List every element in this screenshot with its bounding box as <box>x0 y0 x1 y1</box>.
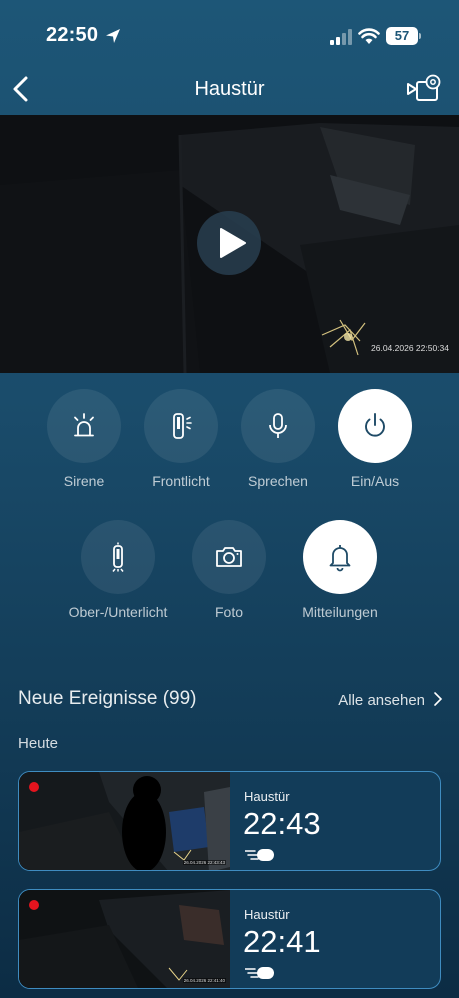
event-camera-name: Haustür <box>244 907 290 922</box>
speak-control[interactable]: Sprechen <box>223 389 333 489</box>
event-time: 22:41 <box>243 924 321 959</box>
chevron-right-icon <box>434 692 443 706</box>
wifi-icon <box>358 28 380 44</box>
photo-label: Foto <box>214 604 243 620</box>
thumbnail-image <box>19 772 230 870</box>
up-down-light-label: Ober-/Unterlicht <box>68 604 168 620</box>
motion-icon <box>245 967 274 979</box>
siren-icon <box>74 413 94 437</box>
front-light-control[interactable]: Frontlicht <box>126 389 236 489</box>
page-title: Haustür <box>194 78 265 100</box>
notifications-button[interactable] <box>303 520 377 594</box>
thumbnail-timestamp: 26.04.2026 22:41:40 <box>182 978 226 983</box>
power-control[interactable]: Ein/Aus <box>320 389 430 489</box>
status-bar: 22:50 57 <box>0 0 459 64</box>
siren-button[interactable] <box>47 389 121 463</box>
power-icon <box>365 413 385 437</box>
siren-control[interactable]: Sirene <box>29 389 139 489</box>
group-label-today: Heute <box>18 735 59 752</box>
event-time: 22:43 <box>243 806 321 841</box>
notifications-control[interactable]: Mitteilungen <box>285 520 395 620</box>
recording-dot <box>29 900 39 910</box>
thumbnail-image <box>19 890 230 988</box>
photo-button[interactable] <box>192 520 266 594</box>
siren-label: Sirene <box>63 473 105 489</box>
event-thumbnail[interactable]: 26.04.2026 22:43:43 <box>19 772 230 870</box>
front-light-icon <box>173 413 192 439</box>
front-light-label: Frontlicht <box>152 473 210 489</box>
front-light-button[interactable] <box>144 389 218 463</box>
status-time: 22:50 <box>46 24 99 46</box>
up-down-light-icon <box>112 542 124 572</box>
power-label: Ein/Aus <box>350 473 400 489</box>
location-arrow-icon <box>106 29 120 43</box>
event-thumbnail[interactable]: 26.04.2026 22:41:40 <box>19 890 230 988</box>
live-video-player[interactable]: 26.04.2026 22:50:34 <box>0 115 459 373</box>
motion-icon <box>245 849 274 861</box>
thumbnail-timestamp: 26.04.2026 22:43:43 <box>182 860 226 865</box>
event-camera-name: Haustür <box>244 789 290 804</box>
camera-icon <box>216 547 242 567</box>
microphone-icon <box>269 413 287 438</box>
view-all-link[interactable]: Alle ansehen <box>338 691 443 709</box>
video-timestamp: 26.04.2026 22:50:34 <box>371 343 449 353</box>
power-button[interactable] <box>338 389 412 463</box>
events-title: Neue Ereignisse (99) <box>18 688 197 709</box>
play-icon <box>220 228 246 258</box>
up-down-light-button[interactable] <box>81 520 155 594</box>
play-button[interactable] <box>197 211 261 275</box>
speak-button[interactable] <box>241 389 315 463</box>
up-down-light-control[interactable]: Ober-/Unterlicht <box>63 520 173 620</box>
view-all-label: Alle ansehen <box>338 692 425 709</box>
event-card[interactable]: 26.04.2026 22:43:43 Haustür 22:43 <box>18 771 441 871</box>
notifications-label: Mitteilungen <box>302 604 378 620</box>
speak-label: Sprechen <box>248 473 308 489</box>
cell-signal-icon <box>330 29 352 45</box>
camera-settings-icon[interactable] <box>404 74 444 106</box>
recording-dot <box>29 782 39 792</box>
bell-icon <box>329 545 351 572</box>
event-card[interactable]: 26.04.2026 22:41:40 Haustür 22:41 <box>18 889 441 989</box>
battery-indicator: 57 <box>386 27 421 45</box>
photo-control[interactable]: Foto <box>174 520 284 620</box>
